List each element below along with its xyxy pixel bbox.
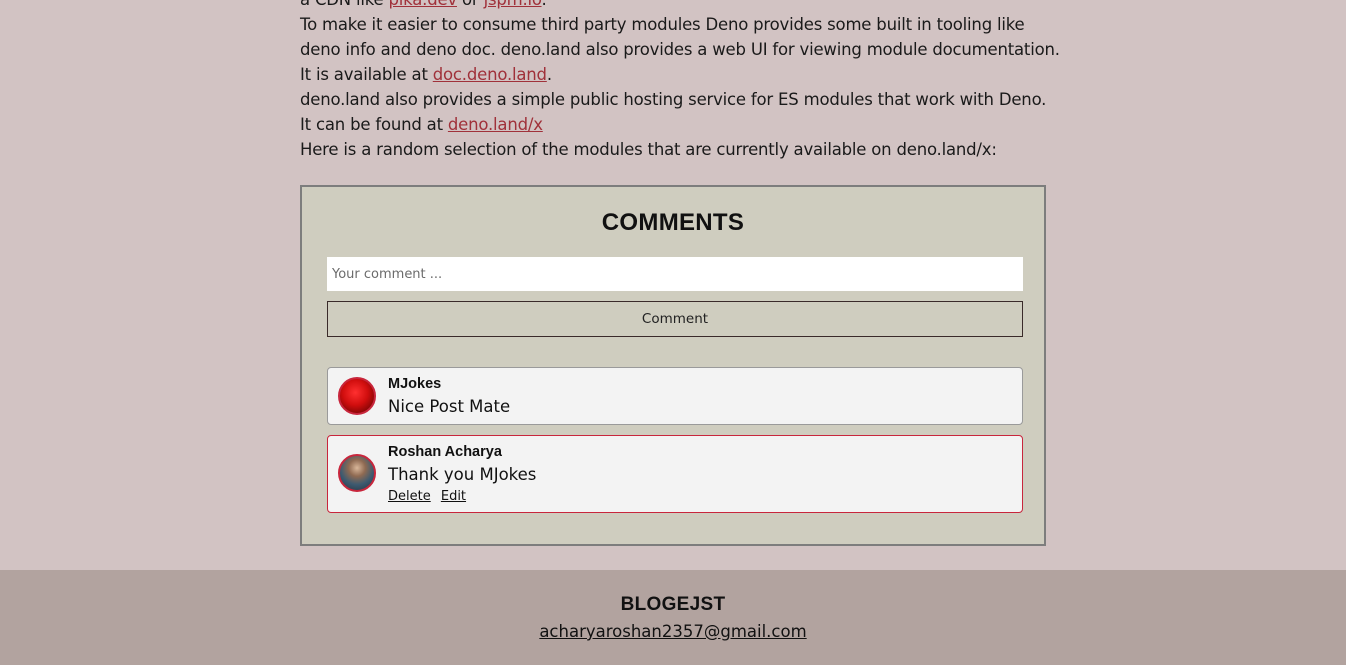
edit-comment-link[interactable]: Edit xyxy=(441,489,466,504)
article-text: a CDN like xyxy=(300,0,389,9)
article-text: deno.land also provides a simple public … xyxy=(300,90,1047,134)
comment-author: MJokes xyxy=(388,376,442,392)
comment-input[interactable] xyxy=(327,257,1023,291)
link-pika-dev[interactable]: pika.dev xyxy=(389,0,458,9)
site-footer: BLOGEJST acharyaroshan2357@gmail.com xyxy=(0,570,1346,665)
article-text: or xyxy=(457,0,484,9)
link-jspm-io[interactable]: jspm.io xyxy=(484,0,542,9)
comments-section: COMMENTS Comment MJokes Nice Post Mate R… xyxy=(300,185,1046,546)
article-paragraph: a CDN like pika.dev or jspm.io. xyxy=(300,0,1060,12)
footer-brand: BLOGEJST xyxy=(620,594,726,615)
article-text: . xyxy=(546,65,552,84)
user-avatar-icon xyxy=(338,377,376,415)
link-deno-land-x[interactable]: deno.land/x xyxy=(448,115,543,134)
comment-button[interactable]: Comment xyxy=(327,301,1023,337)
footer-email: acharyaroshan2357@gmail.com xyxy=(0,622,1346,641)
comment-actions: Delete Edit xyxy=(388,489,472,504)
article-paragraph: To make it easier to consume third party… xyxy=(300,12,1060,87)
article-paragraph: deno.land also provides a simple public … xyxy=(300,87,1060,137)
comment-card: MJokes Nice Post Mate xyxy=(327,367,1023,425)
footer-email-link[interactable]: acharyaroshan2357@gmail.com xyxy=(539,622,806,641)
article-text: To make it easier to consume third party… xyxy=(300,15,1060,84)
comment-text: Nice Post Mate xyxy=(388,397,511,416)
user-avatar-icon xyxy=(338,454,376,492)
comment-text: Thank you MJokes xyxy=(388,465,537,484)
article-text: . xyxy=(542,0,547,9)
article-paragraph: Here is a random selection of the module… xyxy=(300,140,997,159)
comment-author: Roshan Acharya xyxy=(388,444,502,460)
link-doc-deno-land[interactable]: doc.deno.land xyxy=(433,65,547,84)
comments-title: COMMENTS xyxy=(601,209,745,236)
delete-comment-link[interactable]: Delete xyxy=(388,489,431,504)
article-body: a CDN like pika.dev or jspm.io. To make … xyxy=(300,0,1060,162)
comment-card-own: Roshan Acharya Thank you MJokes Delete E… xyxy=(327,435,1023,513)
